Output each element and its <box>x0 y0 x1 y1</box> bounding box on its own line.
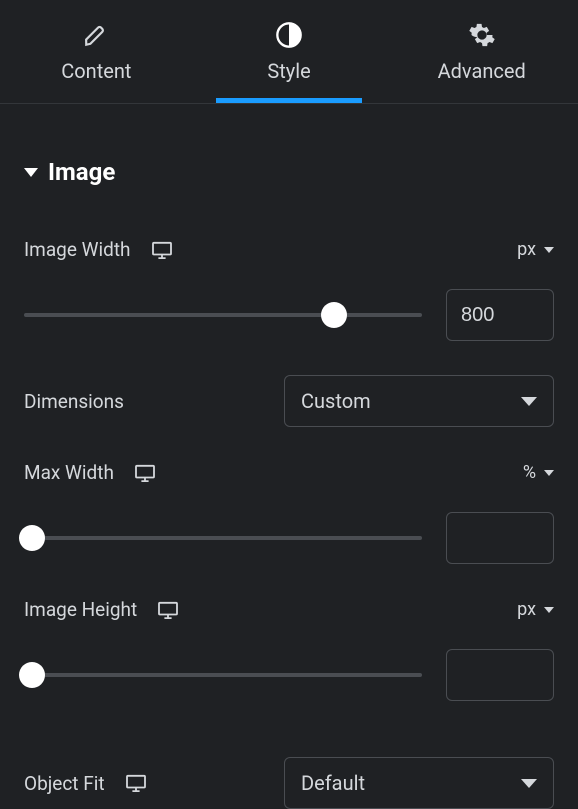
control-label-group: Max Width <box>24 461 156 484</box>
unit-select-max-width[interactable]: % <box>523 462 554 483</box>
input-image-width[interactable] <box>446 289 554 341</box>
control-object-fit: Object Fit Default <box>24 757 554 809</box>
chevron-down-icon <box>544 607 554 613</box>
slider-thumb[interactable] <box>19 525 45 551</box>
select-object-fit[interactable]: Default <box>284 757 554 809</box>
label-max-width: Max Width <box>24 461 114 484</box>
section-header-image[interactable]: Image <box>24 122 554 204</box>
slider-thumb[interactable] <box>321 302 347 328</box>
desktop-icon[interactable] <box>157 601 179 619</box>
desktop-icon[interactable] <box>125 774 147 792</box>
unit-select-image-height[interactable]: px <box>517 599 554 620</box>
select-dimensions[interactable]: Custom <box>284 375 554 427</box>
slider-row <box>24 512 554 564</box>
select-value: Default <box>301 771 365 795</box>
contrast-icon <box>275 21 303 49</box>
pencil-icon <box>82 21 110 49</box>
tab-style[interactable]: Style <box>193 0 386 103</box>
control-image-width: Image Width px <box>24 204 554 341</box>
unit-label: px <box>517 599 536 620</box>
control-label-group: Image Height <box>24 598 179 621</box>
chevron-down-icon <box>544 470 554 476</box>
slider-image-width[interactable] <box>24 303 422 327</box>
unit-select-image-width[interactable]: px <box>517 239 554 260</box>
control-header: Image Height px <box>24 598 554 621</box>
chevron-down-icon <box>24 168 38 177</box>
slider-image-height[interactable] <box>24 663 422 687</box>
label-image-width: Image Width <box>24 238 131 261</box>
label-dimensions: Dimensions <box>24 390 124 413</box>
chevron-down-icon <box>521 397 537 406</box>
desktop-icon[interactable] <box>134 464 156 482</box>
slider-track <box>24 673 422 677</box>
slider-row <box>24 649 554 701</box>
slider-row <box>24 289 554 341</box>
desktop-icon[interactable] <box>151 241 173 259</box>
control-image-height: Image Height px <box>24 564 554 701</box>
section-title: Image <box>48 158 115 186</box>
unit-label: px <box>517 239 536 260</box>
chevron-down-icon <box>521 779 537 788</box>
style-panel: Image Image Width px <box>0 104 578 809</box>
tab-label: Advanced <box>438 59 526 83</box>
tab-content[interactable]: Content <box>0 0 193 103</box>
slider-track <box>24 313 422 317</box>
slider-track <box>24 536 422 540</box>
panel-tabs: Content Style Advanced <box>0 0 578 104</box>
control-max-width: Max Width % <box>24 427 554 564</box>
tab-label: Style <box>267 59 310 83</box>
label-object-fit: Object Fit <box>24 772 105 795</box>
control-label-group: Image Width <box>24 238 173 261</box>
slider-thumb[interactable] <box>19 662 45 688</box>
label-image-height: Image Height <box>24 598 137 621</box>
slider-max-width[interactable] <box>24 526 422 550</box>
gear-icon <box>468 21 496 49</box>
control-header: Image Width px <box>24 238 554 261</box>
control-label-group: Object Fit <box>24 772 147 795</box>
chevron-down-icon <box>544 247 554 253</box>
control-dimensions: Dimensions Custom <box>24 375 554 427</box>
input-image-height[interactable] <box>446 649 554 701</box>
tab-label: Content <box>61 59 131 83</box>
tab-advanced[interactable]: Advanced <box>385 0 578 103</box>
control-header: Max Width % <box>24 461 554 484</box>
input-max-width[interactable] <box>446 512 554 564</box>
unit-label: % <box>523 462 536 483</box>
select-value: Custom <box>301 389 371 413</box>
